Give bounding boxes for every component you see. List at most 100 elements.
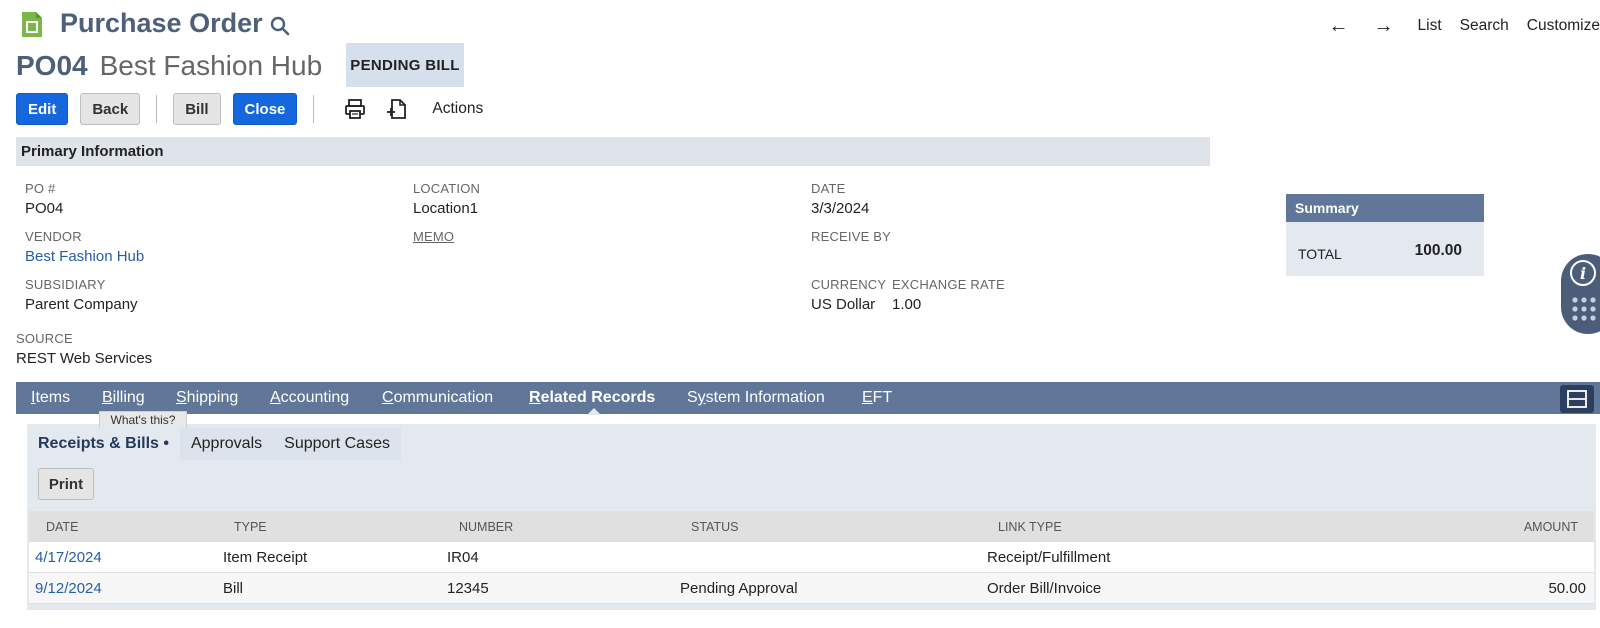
subtab-support-cases[interactable]: Support Cases (273, 428, 401, 460)
side-panel-widget[interactable]: i (1561, 254, 1600, 334)
column-header-amount[interactable]: AMOUNT (1524, 520, 1578, 534)
primary-information-header[interactable]: Primary Information (16, 137, 1210, 166)
vendor-link[interactable]: Best Fashion Hub (25, 248, 144, 265)
tab-communication-accesskey: C (382, 389, 394, 406)
tab-system-information-label: stem Information (705, 389, 825, 406)
column-header-date[interactable]: DATE (46, 520, 78, 534)
table-row: 9/12/2024 Bill 12345 Pending Approval Or… (29, 573, 1594, 604)
page-header: Purchase Order ← → List Search Customize (0, 0, 1600, 46)
print-button[interactable]: Print (38, 468, 94, 500)
tab-communication[interactable]: Communication (382, 389, 493, 407)
date-field: DATE 3/3/2024 (811, 181, 869, 217)
currency-value: US Dollar (811, 296, 876, 313)
tab-shipping-accesskey: S (176, 389, 187, 406)
row-type: Item Receipt (223, 549, 308, 566)
tab-eft-accesskey: E (862, 389, 873, 406)
row-date-link[interactable]: 4/17/2024 (35, 549, 102, 566)
tab-billing[interactable]: Billing (102, 389, 145, 407)
tab-related-records-label: elated Records (540, 389, 656, 406)
row-type: Bill (223, 580, 244, 597)
customize-link[interactable]: Customize (1527, 17, 1600, 35)
summary-title: Summary (1286, 194, 1484, 222)
table-row: 4/17/2024 Item Receipt IR04 Receipt/Fulf… (29, 542, 1594, 573)
po-number-value: PO04 (25, 200, 64, 217)
toolbar: Edit Back Bill Close Actions (16, 93, 483, 125)
tab-communication-label: ommunication (393, 389, 494, 406)
receive-by-label: RECEIVE BY (811, 229, 892, 244)
bill-button[interactable]: Bill (173, 93, 221, 125)
apps-grid-icon[interactable] (1571, 296, 1599, 324)
tab-items-label: tems (35, 389, 71, 406)
page-title: Purchase Order (60, 8, 263, 38)
tab-shipping-label: hipping (186, 389, 239, 406)
po-number-label: PO # (25, 181, 56, 196)
tab-shipping[interactable]: Shipping (176, 389, 238, 407)
row-number: IR04 (447, 549, 479, 566)
record-name: Best Fashion Hub (99, 50, 323, 81)
table-header: DATE TYPE NUMBER STATUS LINK TYPE AMOUNT (29, 511, 1594, 542)
tab-system-information-prefix: S (687, 389, 698, 406)
active-tab-indicator (587, 408, 601, 415)
receive-by-field: RECEIVE BY (811, 229, 891, 244)
toolbar-divider (156, 95, 158, 123)
search-link[interactable]: Search (1460, 17, 1509, 35)
currency-field: CURRENCY US Dollar (811, 277, 886, 313)
exchange-rate-label: EXCHANGE RATE (892, 277, 1005, 292)
record-navigation: ← → List Search Customize (1328, 16, 1600, 36)
related-records-subtabs: Receipts & Bills • Approvals Support Cas… (27, 428, 401, 460)
info-icon[interactable]: i (1570, 260, 1596, 286)
tab-related-records-accesskey: R (529, 389, 541, 406)
tab-items[interactable]: Items (31, 389, 70, 407)
subtab-approvals[interactable]: Approvals (179, 428, 274, 460)
currency-label: CURRENCY (811, 277, 887, 292)
tab-eft-label: FT (872, 389, 893, 406)
vendor-label: VENDOR (25, 229, 82, 244)
subtab-receipts-bills[interactable]: Receipts & Bills • (27, 428, 180, 460)
tab-billing-label: illing (112, 389, 145, 406)
edit-button[interactable]: Edit (16, 93, 69, 125)
subsidiary-value: Parent Company (25, 296, 138, 313)
actions-menu[interactable]: Actions (432, 100, 483, 118)
record-heading: PO04 Best Fashion Hub (16, 46, 322, 86)
subsidiary-field: SUBSIDIARY Parent Company (25, 277, 138, 313)
tab-eft[interactable]: EFT (862, 389, 892, 407)
tab-accounting-accesskey: A (270, 389, 281, 406)
record-tabs: Items Billing Shipping Accounting Commun… (16, 382, 1600, 415)
source-field: SOURCE REST Web Services (16, 331, 152, 367)
tab-accounting[interactable]: Accounting (270, 389, 349, 407)
previous-record-arrow-icon[interactable]: ← (1328, 16, 1350, 36)
row-amount: 50.00 (1548, 580, 1586, 597)
tab-billing-accesskey: B (102, 389, 113, 406)
source-label: SOURCE (16, 331, 73, 346)
column-header-number[interactable]: NUMBER (459, 520, 513, 534)
record-id: PO04 (16, 50, 88, 81)
memo-label[interactable]: MEMO (413, 229, 454, 244)
column-header-link-type[interactable]: LINK TYPE (998, 520, 1062, 534)
tab-system-information[interactable]: System Information (687, 389, 825, 407)
print-icon[interactable] (344, 98, 366, 120)
search-icon[interactable] (270, 16, 290, 36)
back-button[interactable]: Back (80, 93, 141, 125)
summary-box: Summary TOTAL 100.00 (1286, 194, 1484, 276)
row-date-link[interactable]: 9/12/2024 (35, 580, 102, 597)
column-header-status[interactable]: STATUS (691, 520, 738, 534)
tab-system-information-accesskey: y (697, 389, 706, 406)
toolbar-divider (313, 95, 315, 123)
view-toggle-button[interactable] (1560, 385, 1594, 413)
tab-related-records[interactable]: Related Records (529, 389, 655, 407)
layout-toggle-icon (1567, 390, 1587, 408)
memo-field: MEMO (413, 229, 454, 244)
receipts-bills-table: DATE TYPE NUMBER STATUS LINK TYPE AMOUNT… (29, 511, 1594, 604)
exchange-rate-value: 1.00 (892, 296, 922, 313)
total-label: TOTAL (1298, 246, 1342, 262)
next-record-arrow-icon[interactable]: → (1373, 16, 1395, 36)
list-link[interactable]: List (1418, 17, 1442, 35)
row-link-type: Order Bill/Invoice (987, 580, 1102, 597)
column-header-type[interactable]: TYPE (234, 520, 267, 534)
close-button[interactable]: Close (232, 93, 298, 125)
po-number-field: PO # PO04 (25, 181, 63, 217)
exchange-rate-field: EXCHANGE RATE 1.00 (892, 277, 1005, 313)
status-badge: PENDING BILL (346, 43, 464, 87)
new-document-icon[interactable] (386, 98, 408, 120)
row-number: 12345 (447, 580, 489, 597)
